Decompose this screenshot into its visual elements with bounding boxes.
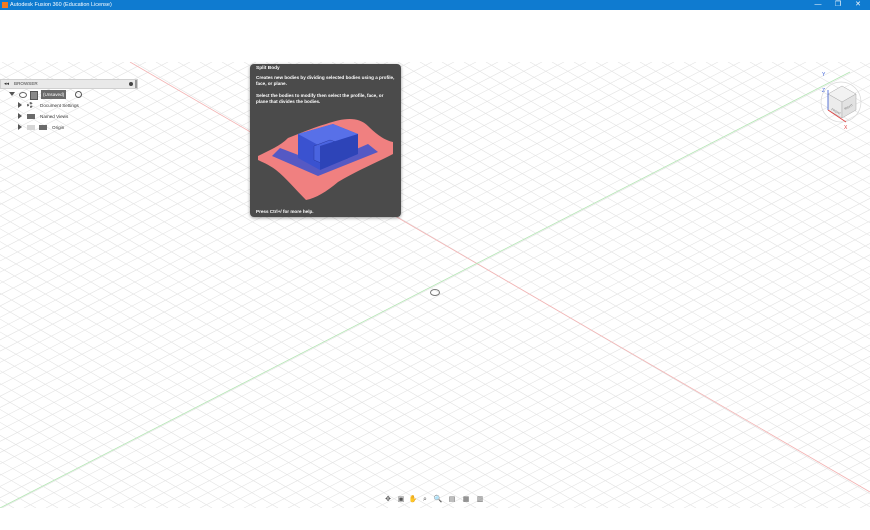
timeline-area [0,508,870,530]
origin-point[interactable] [430,289,440,296]
tree-item-label[interactable]: Named Views [38,112,70,121]
tooltip-description: Creates new bodies by dividing selected … [256,75,395,86]
navigation-bar: ✥ ▣ ✋ ⌕ 🔍 ▤ ▦ ▥ [380,494,490,506]
zoom-window-icon[interactable]: ⌕ [420,495,430,505]
zoom-icon[interactable]: 🔍 [432,495,444,505]
tree-item-label[interactable]: Origin [50,123,66,132]
folder-icon [39,125,47,130]
display-settings-icon[interactable]: ▤ [446,495,458,505]
expand-triangle-icon[interactable] [18,102,22,108]
hidden-eye-icon[interactable] [27,125,35,130]
gear-icon [27,102,33,108]
tooltip-title: Split Body [256,66,280,71]
window-title: Autodesk Fusion 360 (Education License) [10,2,112,8]
z-axis-label: Z [822,88,825,94]
tree-row-named-views[interactable]: Named Views [0,111,138,122]
y-axis-label: Y [822,72,826,78]
root-component-label[interactable]: (Unsaved) [41,90,67,99]
tree-item-label[interactable]: Document Settings [38,101,81,110]
orbit-icon[interactable]: ✥ [382,495,394,505]
folder-icon [27,114,35,119]
activate-radio-icon[interactable] [75,91,82,98]
browser-title: BROWSER [14,81,38,86]
minimize-button[interactable]: — [810,0,826,10]
tooltip-instructions: Select the bodies to modify then select … [256,93,384,104]
browser-collapse-button[interactable]: ◂◂ [4,80,9,88]
document-icon [30,91,38,100]
visibility-eye-icon[interactable] [19,92,27,98]
pan-icon[interactable]: ✋ [408,495,418,505]
tree-row-origin[interactable]: Origin [0,122,138,133]
toolbar-area [0,10,870,62]
maximize-button[interactable]: ❐ [830,0,846,10]
viewports-icon[interactable]: ▥ [474,495,486,505]
grid-settings-icon[interactable]: ▦ [460,495,472,505]
browser-header: ◂◂ BROWSER [0,79,138,89]
expand-triangle-icon[interactable] [9,92,15,96]
expand-triangle-icon[interactable] [18,113,22,119]
split-body-illustration [258,119,393,200]
expand-triangle-icon[interactable] [18,124,22,130]
tree-row-root[interactable]: (Unsaved) [0,89,138,100]
resize-handle[interactable] [135,80,137,88]
pin-icon[interactable] [129,82,133,86]
browser-panel: ◂◂ BROWSER (Unsaved) Document Settings N… [0,79,138,133]
split-body-tooltip: Split Body Creates new bodies by dividin… [250,64,401,217]
title-bar: Autodesk Fusion 360 (Education License) … [0,0,870,10]
tooltip-footer: Press Ctrl+/ for more help. [256,209,314,214]
x-axis-label: X [844,125,848,130]
close-button[interactable]: ✕ [850,0,866,10]
fusion-app-icon [2,2,8,8]
tree-row-document-settings[interactable]: Document Settings [0,100,138,111]
x-axis-line [129,62,870,493]
viewcube[interactable]: FRONT RIGHT Y Z X [818,70,864,130]
look-at-icon[interactable]: ▣ [396,495,406,505]
y-axis-line [0,71,851,508]
